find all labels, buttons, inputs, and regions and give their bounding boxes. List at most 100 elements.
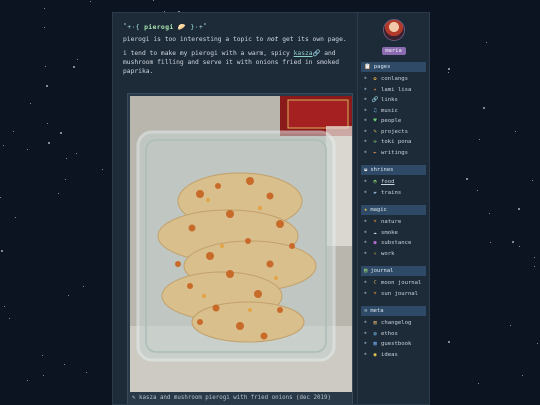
star — [478, 383, 479, 384]
sidebar-item-trains[interactable]: ◆ ▰ trains — [361, 188, 426, 199]
star — [58, 193, 59, 194]
bullet-icon: ◆ — [364, 118, 367, 123]
star — [448, 341, 450, 343]
section-heading-magic: ★ magic — [361, 205, 426, 215]
bullet-icon: ◆ — [364, 97, 367, 102]
star — [534, 266, 535, 267]
sidebar-item-guestbook[interactable]: ◆ ▦ guestbook — [361, 339, 426, 350]
bullet-icon: ◆ — [364, 76, 367, 81]
sidebar-item-projects[interactable]: ◆ ✎ projects — [361, 127, 426, 138]
moon-icon: ☾ — [373, 280, 377, 286]
sidebar-item-label: trains — [381, 189, 402, 196]
wrench-icon: ⚒ — [364, 308, 368, 314]
title-decoration-right: }·+˚ — [190, 23, 208, 31]
photo-figure: ✎ kasza and mushroom pierogi with fried … — [127, 93, 353, 404]
sidebar-item-work[interactable]: ◆ ✧ work — [361, 249, 426, 260]
sidebar-item-music[interactable]: ◆ ♫ music — [361, 106, 426, 117]
sidebar-item-moon-journal[interactable]: ◆ ☾ moon journal — [361, 278, 426, 289]
sidebar-item-label: food — [381, 179, 395, 185]
bullet-icon: ◆ — [364, 341, 367, 346]
sidebar-item-smoke[interactable]: ◆ ☁ smoke — [361, 228, 426, 239]
star — [73, 66, 75, 68]
section-heading-pages: 📋 pages — [361, 62, 426, 72]
avatar[interactable] — [382, 19, 405, 41]
star — [27, 149, 28, 150]
sun-icon: ☀ — [373, 219, 377, 225]
username-badge[interactable]: maria — [381, 47, 406, 55]
notebook-icon: ▦ — [373, 341, 377, 347]
cloud-icon: ☁ — [373, 229, 377, 236]
star — [1, 250, 3, 252]
bullet-icon: ◆ — [364, 351, 367, 357]
section-list-journal: ◆ ☾ moon journal ◆ ☀ sun journal — [361, 276, 426, 299]
star — [44, 27, 45, 28]
section-heading-label: shrines — [370, 167, 394, 173]
star — [44, 8, 45, 9]
star — [448, 68, 450, 70]
pencil-icon: ✎ — [373, 128, 377, 135]
link-icon: 🔗 — [371, 97, 379, 103]
star — [532, 180, 533, 181]
bullet-icon: ◆ — [364, 250, 367, 256]
sidebar-item-writings[interactable]: ◆ ✒ writings — [361, 148, 426, 159]
sidebar-item-label: ethos — [381, 330, 398, 337]
star — [477, 190, 478, 191]
star — [68, 295, 69, 296]
star — [66, 158, 67, 159]
star — [46, 85, 48, 87]
sidebar-item-label: lami lisa — [381, 86, 412, 93]
sidebar-item-conlangs[interactable]: ◆ ✿ conlangs — [361, 74, 426, 85]
sidebar-item-changelog[interactable]: ◆ ▥ changelog — [361, 318, 426, 329]
kasza-link[interactable]: kasza — [294, 50, 313, 57]
sidebar-item-substance[interactable]: ◆ ● substance — [361, 238, 426, 249]
bullet-icon: ◆ — [364, 86, 367, 92]
sidebar-item-label: smoke — [381, 229, 398, 236]
sidebar-item-toki-pona[interactable]: ◆ ✣ toki pona — [361, 137, 426, 148]
pierogi-photo — [130, 96, 352, 392]
sidebar-item-ethos[interactable]: ◆ ◍ ethos — [361, 329, 426, 340]
section-list-meta: ◆ ▥ changelog ◆ ◍ ethos ◆ ▦ guestbook ◆ ◉ ideas — [361, 316, 426, 360]
section-heading-meta: ⚒ meta — [361, 306, 426, 316]
star — [102, 169, 103, 170]
star — [15, 217, 16, 218]
flower-icon: ✿ — [373, 76, 377, 82]
sun-icon: ☀ — [373, 290, 377, 297]
title-decoration-left: ˚+·{ — [123, 23, 140, 31]
sidebar-item-links[interactable]: ◆ 🔗 links — [361, 95, 426, 106]
star — [518, 208, 520, 210]
sidebar-item-label: projects — [381, 128, 408, 135]
star — [490, 242, 491, 243]
pierogi-photo-drawing — [130, 96, 352, 392]
sidebar-item-label: sun journal — [381, 290, 419, 297]
heart-icon: ♥ — [373, 118, 377, 124]
sidebar-item-food[interactable]: ◆ ◓ food — [361, 177, 426, 188]
profile: maria — [361, 19, 426, 55]
bullet-icon: ◆ — [364, 107, 367, 113]
star — [510, 325, 511, 326]
star — [76, 153, 77, 154]
quill-icon: ✒ — [373, 149, 377, 156]
sidebar-item-ideas[interactable]: ◆ ◉ ideas — [361, 350, 426, 361]
sidebar-item-lami-lisa[interactable]: ◆ ✦ lami lisa — [361, 85, 426, 96]
emphasis-not: not — [267, 36, 279, 43]
star — [90, 1, 91, 2]
photo-caption: ✎ kasza and mushroom pierogi with fried … — [130, 392, 350, 401]
sidebar-item-sun-journal[interactable]: ◆ ☀ sun journal — [361, 289, 426, 300]
section-heading-shrines: ◒ shrines — [361, 165, 426, 175]
section-heading-label: magic — [370, 207, 387, 213]
bread-icon: ◓ — [373, 179, 377, 185]
star — [4, 306, 5, 307]
star — [534, 257, 535, 258]
sidebar-item-people[interactable]: ◆ ♥ people — [361, 116, 426, 127]
section-heading-label: journal — [370, 268, 394, 274]
sidebar-item-nature[interactable]: ◆ ☀ nature — [361, 217, 426, 228]
bullet-icon: ◆ — [364, 280, 367, 285]
caption-text: kasza and mushroom pierogi with fried on… — [139, 395, 331, 401]
star — [42, 355, 43, 356]
star — [77, 59, 78, 60]
music-icon: ♫ — [373, 107, 377, 114]
pencil-icon: ✎ — [132, 395, 136, 401]
star — [479, 139, 480, 140]
sidebar-item-label: work — [381, 250, 395, 257]
star — [483, 107, 485, 109]
